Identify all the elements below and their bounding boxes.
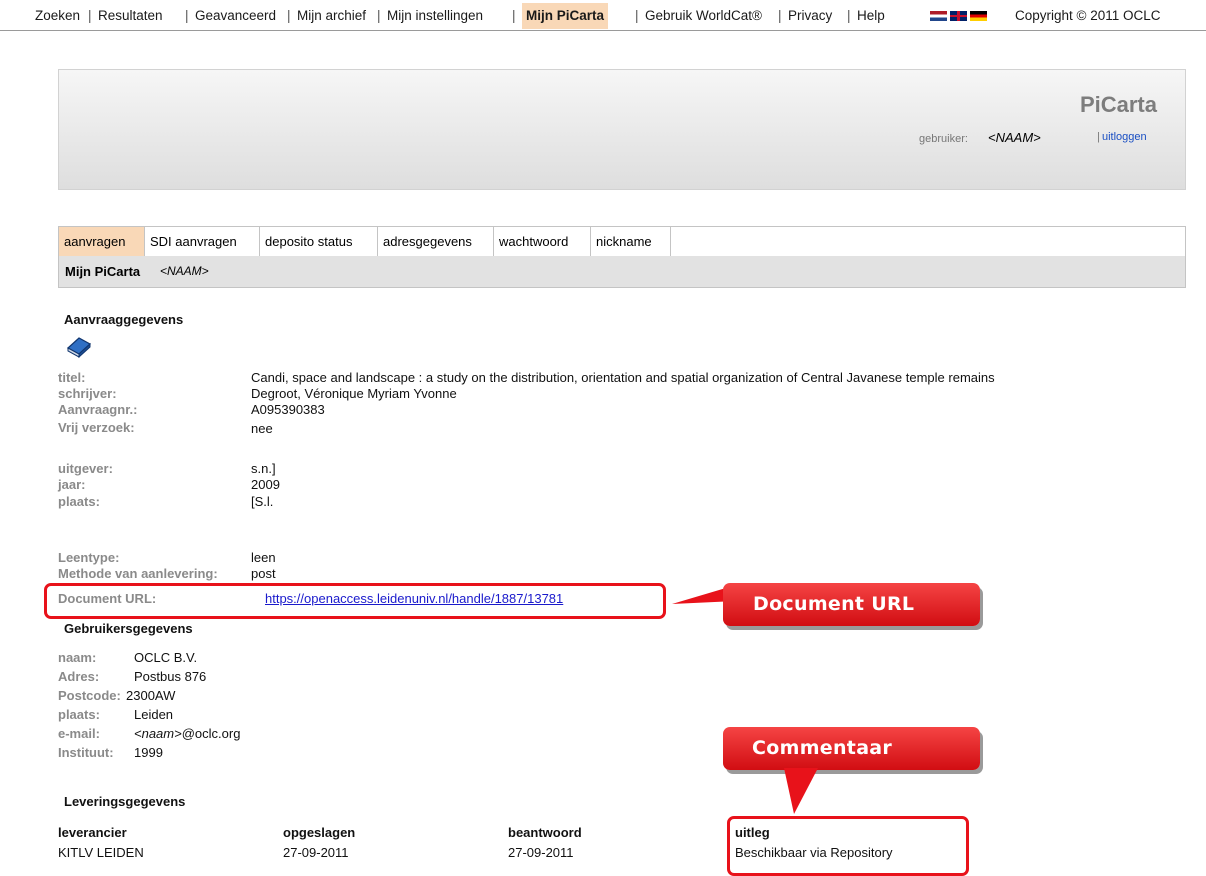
field-value-vrij-verzoek: nee <box>251 421 273 436</box>
nav-privacy[interactable]: Privacy <box>788 8 832 23</box>
flag-de-icon[interactable] <box>970 11 987 21</box>
nav-gebruik-worldcat[interactable]: Gebruik WorldCat® <box>645 8 762 23</box>
field-label: Leentype: <box>58 550 120 565</box>
brand-logo: PiCarta <box>1079 92 1157 117</box>
tab-deposito-status[interactable]: deposito status <box>260 227 378 256</box>
tab-aanvragen[interactable]: aanvragen <box>59 227 145 256</box>
tab-adresgegevens[interactable]: adresgegevens <box>378 227 494 256</box>
comment-callout-pointer <box>784 768 818 814</box>
field-label: e-mail: <box>58 726 100 741</box>
nav-help[interactable]: Help <box>857 8 885 23</box>
nav-mijn-archief[interactable]: Mijn archief <box>297 8 366 23</box>
nav-mijn-picarta[interactable]: Mijn PiCarta <box>522 3 609 29</box>
nav-geavanceerd[interactable]: Geavanceerd <box>195 8 276 23</box>
column-value-opgeslagen: 27-09-2011 <box>283 845 349 860</box>
field-value-naam: OCLC B.V. <box>134 650 198 665</box>
nav-zoeken[interactable]: Zoeken <box>35 8 80 23</box>
field-label: naam: <box>58 650 97 665</box>
field-label: Vrij verzoek: <box>58 420 135 435</box>
field-value-instituut: 1999 <box>134 745 163 760</box>
nav-separator: | <box>778 8 782 23</box>
nav-separator: | <box>377 8 381 23</box>
email-user-placeholder: <naam> <box>134 726 182 741</box>
field-value-methode: post <box>251 566 276 581</box>
nav-mijn-instellingen[interactable]: Mijn instellingen <box>387 8 483 23</box>
field-value-jaar: 2009 <box>251 477 280 492</box>
book-icon <box>66 337 92 359</box>
column-header-leverancier: leverancier <box>58 825 127 840</box>
section-user-name: <NAAM> <box>160 264 209 278</box>
user-label: gebruiker: <box>919 133 968 145</box>
comment-highlight-box <box>727 816 969 876</box>
logout-link[interactable]: uitloggen <box>1102 131 1147 143</box>
url-highlight-box <box>44 583 666 619</box>
field-label: titel: <box>58 370 86 385</box>
field-label: Postcode: <box>58 688 121 703</box>
field-label: schrijver: <box>58 386 117 401</box>
section-title: Mijn PiCarta <box>65 264 141 279</box>
field-value-schrijver: Degroot, Véronique Myriam Yvonne <box>251 386 457 401</box>
field-label: jaar: <box>58 477 86 492</box>
logout-separator: | <box>1097 131 1100 143</box>
field-value-uitgever: s.n.] <box>251 461 276 476</box>
tab-sdi-aanvragen[interactable]: SDI aanvragen <box>145 227 260 256</box>
delivery-heading: Leveringsgegevens <box>64 794 186 809</box>
email-domain: @oclc.org <box>181 726 241 741</box>
nav-separator: | <box>88 8 92 23</box>
user-name: <NAAM> <box>988 130 1041 145</box>
field-value-aanvraagnr: A095390383 <box>251 402 325 417</box>
field-label: plaats: <box>58 494 100 509</box>
copyright: Copyright © 2011 OCLC <box>1015 8 1161 23</box>
tab-wachtwoord[interactable]: wachtwoord <box>494 227 591 256</box>
field-value-email: <naam>@oclc.org <box>134 726 240 741</box>
field-value-leentype: leen <box>251 550 276 565</box>
nav-separator: | <box>847 8 851 23</box>
field-label: uitgever: <box>58 461 113 476</box>
column-value-beantwoord: 27-09-2011 <box>508 845 574 860</box>
nav-resultaten[interactable]: Resultaten <box>98 8 163 23</box>
comment-callout: Commentaar <box>723 727 980 770</box>
header-panel: PiCarta gebruiker: <NAAM> | uitloggen <box>58 69 1186 190</box>
tab-nickname[interactable]: nickname <box>591 227 671 256</box>
nav-separator: | <box>185 8 189 23</box>
field-label: plaats: <box>58 707 100 722</box>
nav-separator: | <box>635 8 639 23</box>
field-value-titel: Candi, space and landscape : a study on … <box>251 370 995 385</box>
field-value-postcode: 2300AW <box>126 688 176 703</box>
field-label: Instituut: <box>58 745 114 760</box>
column-header-beantwoord: beantwoord <box>508 825 582 840</box>
nav-separator: | <box>287 8 291 23</box>
field-value-gebruiker-plaats: Leiden <box>134 707 174 722</box>
section-title-bar: Mijn PiCarta <NAAM> <box>58 256 1186 288</box>
top-navigation: Zoeken | Resultaten | Geavanceerd | Mijn… <box>0 0 1206 31</box>
request-heading: Aanvraaggegevens <box>64 312 184 327</box>
field-label: Adres: <box>58 669 100 684</box>
column-header-opgeslagen: opgeslagen <box>283 825 356 840</box>
field-value-adres: Postbus 876 <box>134 669 207 684</box>
nav-separator: | <box>512 8 516 23</box>
flag-nl-icon[interactable] <box>930 11 947 21</box>
url-callout: Document URL <box>723 583 980 626</box>
tab-bar: aanvragen SDI aanvragen deposito status … <box>58 226 1186 257</box>
field-label: Aanvraagnr.: <box>58 402 138 417</box>
field-value-plaats: [S.l. <box>251 494 274 509</box>
column-value-leverancier: KITLV LEIDEN <box>58 845 144 860</box>
user-heading: Gebruikersgegevens <box>64 621 193 636</box>
field-label: Methode van aanlevering: <box>58 566 218 581</box>
flag-uk-icon[interactable] <box>950 11 967 21</box>
